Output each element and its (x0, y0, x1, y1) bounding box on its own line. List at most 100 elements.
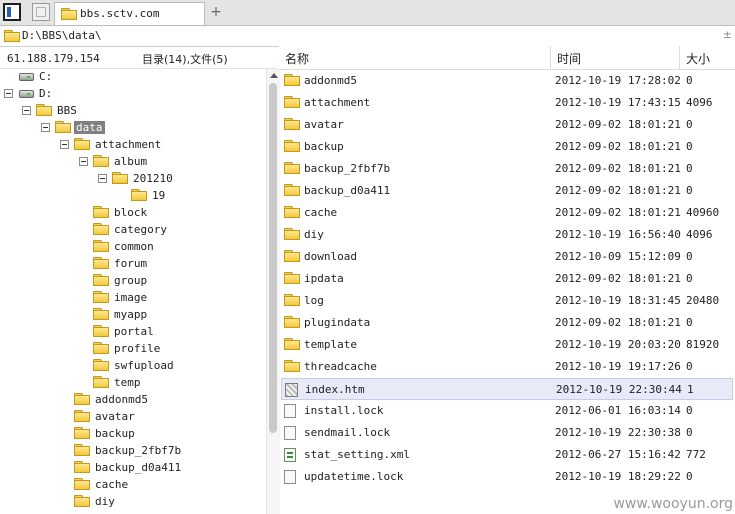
tree-scrollbar[interactable] (266, 69, 280, 514)
tree-node[interactable]: cache (74, 477, 130, 494)
scroll-up-icon[interactable] (270, 73, 278, 78)
address-path[interactable]: D:\BBS\data\ (22, 29, 101, 42)
tree-node-label[interactable]: avatar (93, 410, 137, 423)
file-row[interactable]: avatar 2012-09-02 18:01:21 0 (281, 114, 733, 136)
tree-node-label[interactable]: image (112, 291, 149, 304)
tree-node[interactable]: C: (18, 69, 54, 86)
tree-node[interactable]: profile (93, 341, 162, 358)
tab-active[interactable]: bbs.sctv.com (54, 2, 205, 25)
folder-icon (284, 294, 300, 306)
tree-node[interactable]: portal (93, 324, 156, 341)
tree-node[interactable]: swfupload (93, 358, 176, 375)
file-row[interactable]: install.lock 2012-06-01 16:03:14 0 (281, 400, 733, 422)
column-size[interactable]: 大小 (686, 50, 710, 67)
column-divider[interactable] (679, 46, 680, 69)
address-bar[interactable]: D:\BBS\data\ ± (0, 26, 735, 47)
tree-node-label[interactable]: backup (93, 427, 137, 440)
file-row[interactable]: stat_setting.xml 2012-06-27 15:16:42 772 (281, 444, 733, 466)
tree-node-label[interactable]: forum (112, 257, 149, 270)
file-row[interactable]: backup 2012-09-02 18:01:21 0 (281, 136, 733, 158)
file-row[interactable]: sendmail.lock 2012-10-19 22:30:38 0 (281, 422, 733, 444)
panel-toggle-icon[interactable] (3, 3, 21, 21)
folder-icon (284, 338, 300, 350)
tree-node-label[interactable]: temp (112, 376, 143, 389)
new-tab-button[interactable]: + (209, 2, 223, 22)
tree-node[interactable]: forum (93, 256, 149, 273)
collapse-toggle-icon[interactable] (41, 122, 50, 132)
tree-node-label[interactable]: backup_2fbf7b (93, 444, 183, 457)
folder-icon (74, 444, 90, 456)
tree-node-label[interactable]: BBS (55, 104, 79, 117)
tree-node-label[interactable]: 19 (150, 189, 167, 202)
folder-icon (61, 8, 77, 20)
tree-node-label[interactable]: common (112, 240, 156, 253)
tree-node-label[interactable]: swfupload (112, 359, 176, 372)
file-row[interactable]: updatetime.lock 2012-10-19 18:29:22 0 (281, 466, 733, 488)
file-row[interactable]: plugindata 2012-09-02 18:01:21 0 (281, 312, 733, 334)
file-row[interactable]: backup_d0a411 2012-09-02 18:01:21 0 (281, 180, 733, 202)
column-time[interactable]: 时间 (557, 50, 581, 67)
tree-node-label[interactable]: group (112, 274, 149, 287)
file-row[interactable]: threadcache 2012-10-19 19:17:26 0 (281, 356, 733, 378)
tree-node[interactable]: 19 (131, 188, 167, 205)
address-dropdown-icon[interactable]: ± (723, 28, 732, 41)
tree-node-label[interactable]: block (112, 206, 149, 219)
column-divider[interactable] (550, 46, 551, 69)
file-row[interactable]: cache 2012-09-02 18:01:21 40960 (281, 202, 733, 224)
scrollbar-thumb[interactable] (269, 83, 277, 433)
tree-node[interactable]: addonmd5 (74, 392, 150, 409)
tree-node-label[interactable]: backup_d0a411 (93, 461, 183, 474)
tree-node-label[interactable]: 201210 (131, 172, 175, 185)
tree-node[interactable]: image (93, 290, 149, 307)
tree-node[interactable]: backup (74, 426, 137, 443)
tree-node-label[interactable]: category (112, 223, 169, 236)
tree-node[interactable]: temp (93, 375, 143, 392)
tree-node[interactable]: avatar (74, 409, 137, 426)
tree-node[interactable]: BBS (22, 103, 79, 120)
column-name[interactable]: 名称 (285, 50, 309, 67)
tree-node[interactable]: group (93, 273, 149, 290)
folder-icon (93, 308, 109, 320)
file-row[interactable]: template 2012-10-19 20:03:20 81920 (281, 334, 733, 356)
tree-node-label[interactable]: profile (112, 342, 162, 355)
file-row[interactable]: addonmd5 2012-10-19 17:28:02 0 (281, 70, 733, 92)
collapse-toggle-icon[interactable] (98, 173, 107, 183)
tree-node[interactable]: backup_d0a411 (74, 460, 183, 477)
file-row[interactable]: log 2012-10-19 18:31:45 20480 (281, 290, 733, 312)
file-row[interactable]: diy 2012-10-19 16:56:40 4096 (281, 224, 733, 246)
tree-node[interactable]: category (93, 222, 169, 239)
tree-node[interactable]: myapp (93, 307, 149, 324)
file-size: 40960 (686, 206, 720, 219)
file-row[interactable]: index.htm 2012-10-19 22:30:44 1 (281, 378, 733, 400)
tree-node-label[interactable]: data (74, 120, 105, 134)
tree-node[interactable]: common (93, 239, 156, 256)
tree-node-label[interactable]: album (112, 155, 149, 168)
tree-node-label[interactable]: attachment (93, 138, 163, 151)
tree-node[interactable]: 201210 (98, 171, 175, 188)
file-row[interactable]: download 2012-10-09 15:12:09 0 (281, 246, 733, 268)
window-icon[interactable] (32, 3, 50, 21)
collapse-toggle-icon[interactable] (60, 139, 69, 149)
file-row[interactable]: attachment 2012-10-19 17:43:15 4096 (281, 92, 733, 114)
tree-node-label[interactable]: C: (37, 70, 54, 83)
tree-node[interactable]: backup_2fbf7b (74, 443, 183, 460)
tree-node-label[interactable]: myapp (112, 308, 149, 321)
file-time: 2012-09-02 18:01:21 (555, 206, 681, 219)
tree-node-label[interactable]: cache (93, 478, 130, 491)
file-row[interactable]: backup_2fbf7b 2012-09-02 18:01:21 0 (281, 158, 733, 180)
tree-node-label[interactable]: diy (93, 495, 117, 508)
collapse-toggle-icon[interactable] (22, 105, 31, 115)
collapse-toggle-icon[interactable] (79, 156, 88, 166)
tree-node[interactable]: attachment (60, 137, 163, 154)
file-name: backup (304, 140, 344, 153)
tree-node[interactable]: diy (74, 494, 117, 511)
tree-node-label[interactable]: portal (112, 325, 156, 338)
tree-node-label[interactable]: addonmd5 (93, 393, 150, 406)
tree-node[interactable]: album (79, 154, 149, 171)
tree-node[interactable]: D: (4, 86, 54, 103)
file-row[interactable]: ipdata 2012-09-02 18:01:21 0 (281, 268, 733, 290)
tree-node[interactable]: data (41, 120, 105, 137)
tree-node[interactable]: block (93, 205, 149, 222)
tree-node-label[interactable]: D: (37, 87, 54, 100)
collapse-toggle-icon[interactable] (4, 88, 13, 98)
